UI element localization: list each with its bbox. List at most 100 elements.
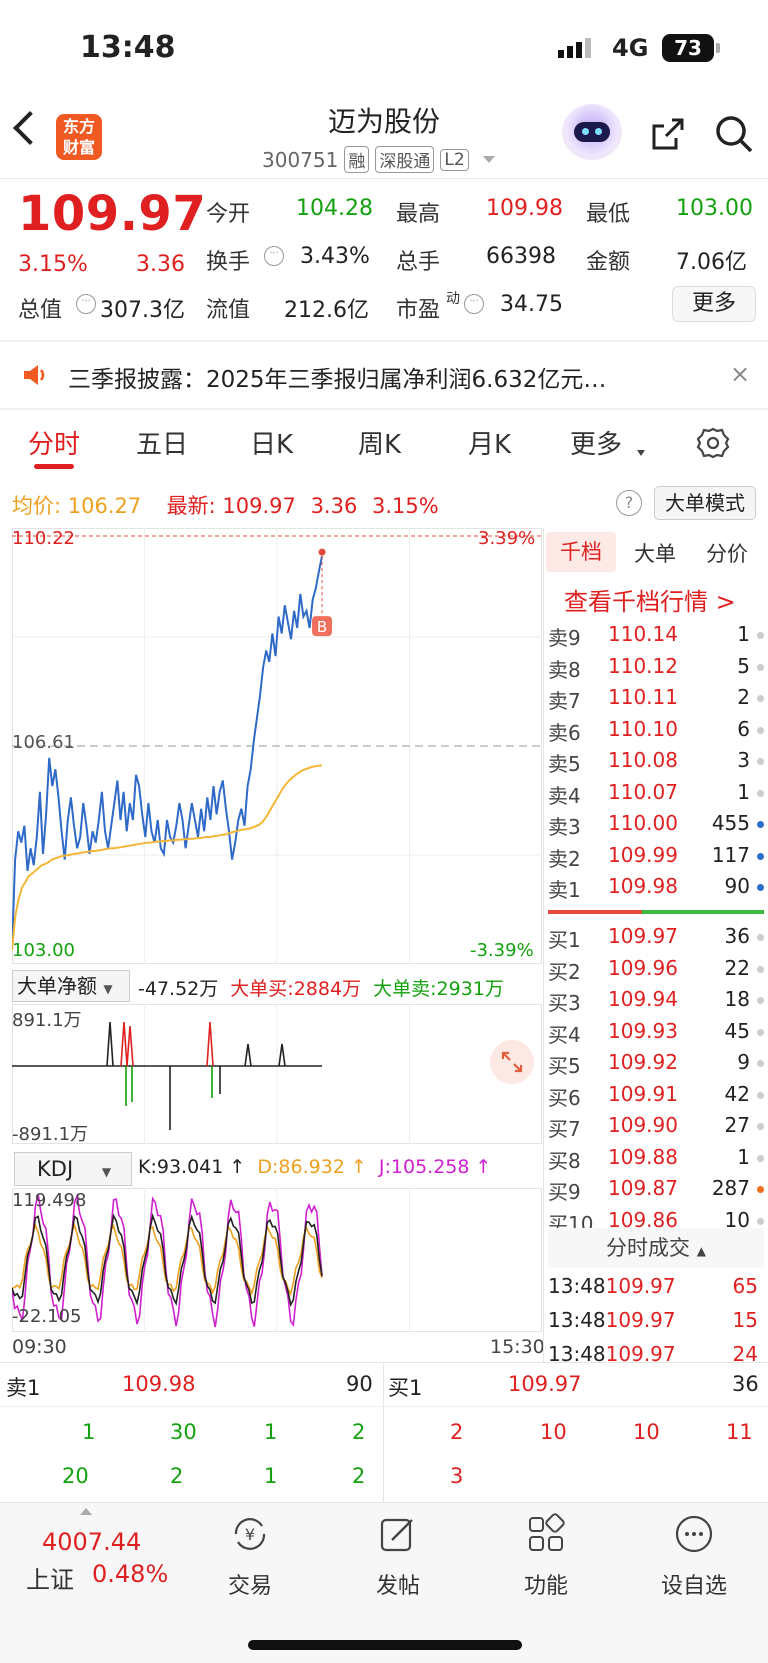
value-turnover: 3.43% — [300, 244, 370, 269]
status-dot — [757, 934, 764, 941]
stock-subtitle[interactable]: 300751 融 深股通 L2 — [262, 146, 495, 173]
index-change-pct[interactable]: 0.48% — [92, 1560, 168, 1588]
function-icon[interactable] — [524, 1512, 568, 1556]
bid-row[interactable]: 买3 109.94 18 — [548, 987, 764, 1018]
ask-volume: 2 — [737, 685, 750, 709]
announcement-text[interactable]: 三季报披露：2025年三季报归属净利润6.632亿元… — [68, 360, 606, 394]
bid-row[interactable]: 买9 109.87 287 — [548, 1176, 764, 1207]
bid-volume: 27 — [724, 1113, 750, 1137]
trades-header[interactable]: 分时成交 ▲ — [548, 1228, 764, 1268]
ask-queue-item: 1 — [82, 1420, 96, 1444]
bid-row[interactable]: 买6 109.91 42 — [548, 1082, 764, 1113]
tab-active-indicator — [34, 464, 74, 469]
nav-function[interactable]: 功能 — [496, 1568, 596, 1600]
bid-row[interactable]: 买7 109.90 27 — [548, 1113, 764, 1144]
trade-volume: 65 — [732, 1274, 758, 1298]
caret-down-icon: ▼ — [101, 1165, 112, 1179]
time-start-label: 09:30 — [12, 1336, 67, 1358]
ask-row[interactable]: 卖8 110.12 5 — [548, 654, 764, 685]
label-open: 今开 — [206, 202, 251, 227]
trade-icon[interactable]: ¥ — [228, 1512, 272, 1556]
more-dots-icon[interactable]: ··· — [76, 294, 96, 314]
big-buy-value: 2884万 — [293, 978, 362, 1000]
ask-row[interactable]: 卖2 109.99 117 — [548, 843, 764, 874]
view-full-orderbook-link[interactable]: 查看千档行情 > — [564, 582, 736, 617]
kdj-selector[interactable]: KDJ ▼ — [14, 1152, 132, 1186]
close-icon[interactable]: × — [730, 360, 750, 388]
divider — [543, 528, 544, 1362]
search-icon[interactable] — [714, 114, 754, 154]
bid-row[interactable]: 买5 109.92 9 — [548, 1050, 764, 1081]
ask-row[interactable]: 卖6 110.10 6 — [548, 717, 764, 748]
bid-price: 109.88 — [608, 1144, 678, 1169]
tab-orderbook-big[interactable]: 大单 — [634, 538, 676, 568]
tab-intraday[interactable]: 分时 — [28, 424, 80, 461]
bid-label: 买5 — [548, 1054, 581, 1078]
kdj-k-line — [12, 1213, 323, 1308]
share-icon[interactable] — [650, 116, 686, 152]
bid-price: 109.91 — [608, 1081, 678, 1106]
bid-row[interactable]: 买2 109.96 22 — [548, 956, 764, 987]
net-flow-spike — [106, 1021, 114, 1067]
more-dots-icon[interactable]: ··· — [464, 294, 484, 314]
tab-orderbook-price[interactable]: 分价 — [706, 538, 748, 568]
chevron-down-icon[interactable] — [482, 156, 495, 163]
ask-volume: 3 — [737, 748, 750, 772]
tab-more[interactable]: 更多 — [570, 424, 622, 461]
bid-volume: 10 — [724, 1207, 750, 1228]
tag-level2: L2 — [440, 148, 469, 171]
status-dot — [757, 1091, 764, 1099]
ask-row[interactable]: 卖1 109.98 90 — [548, 874, 764, 905]
bid-volume: 36 — [724, 924, 750, 948]
status-dot — [757, 789, 764, 797]
caret-up-icon[interactable] — [80, 1508, 92, 1515]
caret-down-icon: ▼ — [103, 982, 113, 996]
tab-daily-k[interactable]: 日K — [250, 424, 293, 461]
tab-orderbook-full[interactable]: 千档 — [546, 532, 616, 572]
ask-row[interactable]: 卖9 110.14 1 — [548, 622, 764, 653]
bid-label: 买8 — [548, 1148, 581, 1173]
home-indicator[interactable] — [248, 1640, 522, 1650]
trade-row: 13:48109.97 15 — [548, 1308, 764, 1332]
ask-volume: 455 — [711, 811, 750, 835]
more-circle-icon[interactable] — [672, 1512, 716, 1556]
big-order-mode-button[interactable]: 大单模式 — [654, 486, 756, 520]
ask-row[interactable]: 卖7 110.11 2 — [548, 685, 764, 716]
ask-label: 卖9 — [548, 626, 581, 650]
bid-row[interactable]: 买4 109.93 45 — [548, 1019, 764, 1050]
tag-margin: 融 — [344, 146, 370, 173]
nav-post[interactable]: 发帖 — [348, 1568, 448, 1600]
current-price: 109.97 — [18, 186, 207, 242]
stock-code: 300751 — [262, 147, 339, 172]
bid-queue-item: 10 — [633, 1420, 660, 1444]
ask-volume: 6 — [737, 716, 750, 741]
tab-monthly-k[interactable]: 月K — [468, 424, 511, 461]
more-button[interactable]: 更多 — [672, 286, 756, 322]
ask-row[interactable]: 卖4 110.07 1 — [548, 780, 764, 811]
ask-price: 110.08 — [608, 748, 678, 772]
kdj-chart — [12, 1188, 542, 1332]
post-icon[interactable] — [376, 1512, 420, 1556]
label-amount: 金额 — [586, 250, 631, 275]
tab-weekly-k[interactable]: 周K — [358, 424, 401, 461]
help-icon[interactable]: ? — [616, 490, 642, 516]
more-dots-icon[interactable]: ··· — [264, 246, 284, 266]
bid-row[interactable]: 买10 109.86 10 — [548, 1208, 764, 1228]
bid-row[interactable]: 买8 109.88 1 — [548, 1145, 764, 1176]
tab-five-day[interactable]: 五日 — [136, 424, 188, 461]
nav-add-watchlist[interactable]: 设自选 — [644, 1568, 744, 1600]
index-value[interactable]: 4007.44 — [42, 1528, 141, 1556]
nav-trade[interactable]: 交易 — [200, 1568, 300, 1600]
gear-icon[interactable] — [696, 426, 730, 460]
ask-row[interactable]: 卖3 110.00 455 — [548, 811, 764, 842]
status-dot — [757, 695, 764, 702]
expand-icon[interactable] — [490, 1040, 534, 1084]
intraday-chart[interactable]: B — [12, 528, 542, 964]
ask-ratio-bar — [548, 910, 642, 914]
index-name[interactable]: 上证 — [26, 1560, 74, 1595]
bid-price: 109.97 — [608, 924, 678, 948]
ask-row[interactable]: 卖5 110.08 3 — [548, 748, 764, 779]
bid-row[interactable]: 买1 109.97 36 — [548, 924, 764, 955]
caret-down-icon — [637, 450, 645, 456]
net-flow-selector[interactable]: 大单净额 ▼ — [12, 970, 130, 1002]
